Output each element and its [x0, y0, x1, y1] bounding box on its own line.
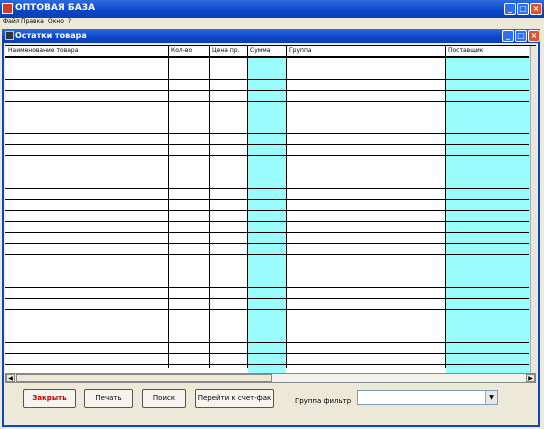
column-divider	[209, 46, 210, 368]
grid-row-line	[5, 353, 529, 354]
grid-row-line	[5, 90, 529, 91]
grid-row-line	[5, 221, 529, 222]
close-icon[interactable]: ×	[528, 30, 540, 42]
column-divider	[445, 46, 446, 368]
grid-row-line	[5, 342, 529, 343]
menu-item-window[interactable]: Окно	[48, 18, 64, 25]
column-header-name[interactable]: Наименование товара	[8, 47, 78, 54]
menu-item-help[interactable]: ?	[68, 18, 71, 25]
grid-row-line	[5, 254, 529, 255]
grid-row-line	[5, 243, 529, 244]
grid-row-line	[5, 188, 529, 189]
grid-row-line	[5, 79, 529, 80]
menu-item-edit[interactable]: Правка	[21, 18, 44, 25]
stock-grid[interactable]: Наименование товара Кол-во Цена пр. Сумм…	[5, 45, 536, 374]
grid-row-line	[5, 57, 529, 58]
menu-bar: Файл Правка Окно ?	[0, 18, 544, 28]
grid-row-line	[5, 309, 529, 310]
close-icon[interactable]: ×	[530, 3, 542, 15]
maximize-icon[interactable]: □	[517, 3, 529, 15]
minimize-icon[interactable]: _	[504, 3, 516, 15]
document-icon	[5, 31, 14, 40]
chevron-down-icon[interactable]: ▼	[485, 391, 497, 404]
grid-row-line	[5, 232, 529, 233]
column-header-quantity[interactable]: Кол-во	[171, 47, 192, 54]
close-button[interactable]: Закрыть	[23, 389, 76, 408]
child-window-title: Остатки товара	[15, 31, 87, 40]
grid-row-line	[5, 155, 529, 156]
column-header-sum[interactable]: Сумма	[250, 47, 270, 54]
grid-row-line	[5, 210, 529, 211]
scroll-right-icon[interactable]: ▶	[526, 374, 535, 382]
column-divider	[247, 46, 248, 368]
maximize-icon[interactable]: □	[515, 30, 527, 42]
app-icon	[2, 3, 13, 14]
grid-row-line	[5, 133, 529, 134]
grid-row-line	[5, 199, 529, 200]
grid-row-line	[5, 364, 529, 365]
grid-row-line	[5, 144, 529, 145]
goto-invoice-button[interactable]: Перейти к счет-фак	[195, 389, 274, 408]
app-title: ОПТОВАЯ БАЗА	[15, 3, 96, 13]
column-divider	[168, 46, 169, 368]
column-header-supplier[interactable]: Поставщик	[448, 47, 483, 54]
print-button[interactable]: Печать	[84, 389, 133, 408]
app-title-bar: ОПТОВАЯ БАЗА _ □ ×	[0, 0, 544, 18]
child-window-title-bar: Остатки товара _ □ ×	[2, 29, 540, 43]
column-divider	[286, 46, 287, 368]
group-filter-select[interactable]: ▼	[357, 390, 498, 405]
grid-row-line	[5, 101, 529, 102]
scroll-left-icon[interactable]: ◀	[6, 374, 15, 382]
menu-item-file[interactable]: Файл	[3, 18, 20, 25]
vertical-scrollbar[interactable]	[530, 46, 536, 374]
minimize-icon[interactable]: _	[502, 30, 514, 42]
grid-row-line	[5, 298, 529, 299]
column-header-group[interactable]: Группа	[289, 47, 312, 54]
group-filter-label: Группа фильтр	[295, 397, 352, 405]
horizontal-scrollbar[interactable]: ◀ ▶	[5, 373, 536, 383]
scroll-thumb[interactable]	[16, 374, 272, 382]
grid-row-line	[5, 287, 529, 288]
search-button[interactable]: Поиск	[142, 389, 186, 408]
column-header-price[interactable]: Цена пр.	[212, 47, 240, 54]
